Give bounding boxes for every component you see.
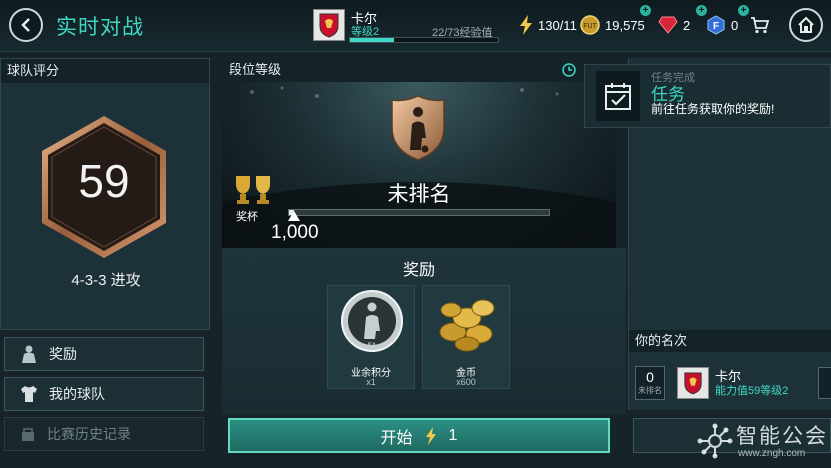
clock-icon <box>562 63 576 77</box>
task-icon-box <box>596 71 640 121</box>
coins-pile-icon <box>439 299 495 352</box>
task-notification[interactable]: 任务完成 任务 前往任务获取你的奖励! <box>584 64 831 128</box>
coins-value: 19,575 <box>605 17 645 33</box>
watermark: 智能公会 www.zngh.com <box>694 418 831 468</box>
coins-counter[interactable]: FUT 19,575 <box>580 14 645 36</box>
rewards-button-label: 奖励 <box>49 346 77 362</box>
lightning-icon <box>520 15 532 35</box>
reward-quantity: x600 <box>456 377 476 387</box>
energy-value: 130/11 <box>538 17 577 33</box>
ranking-panel: 你的名次 0 未排名 卡尔 能力值59等级2 <box>628 330 831 410</box>
back-arrow-icon <box>21 18 30 32</box>
top-bar: 实时对战 卡尔 等级2 22/73经验值 130/11 FUT 19,575 +… <box>0 0 831 52</box>
ranking-position-box: 0 未排名 <box>635 366 665 400</box>
rewards-title: 奖励 <box>402 262 435 279</box>
task-description: 前往任务获取你的奖励! <box>651 102 775 116</box>
reward-card-amateur-points[interactable]: EA 业余积分 x1 <box>327 285 415 389</box>
rewards-button[interactable]: 奖励 <box>4 337 204 371</box>
trophy-progress-bar <box>288 209 550 216</box>
team-rating-value: 59 <box>78 155 130 207</box>
ranking-club-badge <box>677 367 709 399</box>
points-value: 0 <box>731 17 739 33</box>
points-counter[interactable]: F 0 <box>706 14 738 36</box>
rank-status: 未排名 <box>387 183 451 206</box>
add-coins-button[interactable]: + <box>640 5 651 16</box>
home-button[interactable] <box>789 8 823 42</box>
back-button[interactable] <box>9 8 43 42</box>
calendar-check-icon <box>605 83 631 110</box>
division-header: 段位等级 <box>222 58 626 82</box>
circuit-logo-icon <box>697 423 733 459</box>
player-silhouette-icon <box>22 345 36 363</box>
add-points-button[interactable]: + <box>738 5 749 16</box>
home-icon <box>798 16 814 33</box>
start-button[interactable]: 开始 1 <box>228 418 610 453</box>
team-rating-title: 球队评分 <box>1 59 209 83</box>
gems-value: 2 <box>683 17 691 33</box>
rank-shield-icon <box>391 95 445 161</box>
svg-text:FUT: FUT <box>583 23 597 30</box>
ranking-position: 0 <box>646 369 654 385</box>
fifa-points-icon: F <box>707 15 725 35</box>
team-rating-panel: 球队评分 59 4-3-3 进攻 <box>0 58 210 330</box>
energy-counter[interactable]: 130/11 <box>519 14 577 36</box>
division-title: 段位等级 <box>229 62 282 77</box>
my-team-button-label: 我的球队 <box>49 386 105 402</box>
my-team-button[interactable]: 我的球队 <box>4 377 204 411</box>
history-icon <box>22 428 34 441</box>
trophy-label: 奖杯 <box>236 211 258 223</box>
amateur-points-icon: EA <box>341 290 403 352</box>
reward-card-coins[interactable]: 金币 x600 <box>422 285 510 389</box>
xp-progress-fill <box>350 38 395 42</box>
reward-quantity: x1 <box>366 377 376 387</box>
jersey-icon <box>21 386 37 402</box>
svg-text:EA: EA <box>368 343 377 349</box>
club-badge[interactable] <box>313 9 345 41</box>
match-history-button-label: 比赛历史记录 <box>47 426 131 442</box>
liverpool-crest-icon <box>319 13 339 38</box>
coin-icon: FUT <box>580 15 600 35</box>
ranking-next-button[interactable] <box>818 367 831 399</box>
svg-text:F: F <box>713 21 719 32</box>
match-history-button[interactable]: 比赛历史记录 <box>4 417 204 451</box>
ranking-position-label: 未排名 <box>638 386 662 395</box>
start-button-label: 开始 <box>380 429 413 447</box>
liverpool-crest-icon <box>684 372 702 395</box>
gems-counter[interactable]: 2 <box>658 14 690 36</box>
shop-cart-icon[interactable] <box>750 16 770 34</box>
ranking-title: 你的名次 <box>629 330 831 352</box>
watermark-text: 智能公会 <box>736 425 828 448</box>
watermark-url: www.zngh.com <box>738 448 806 459</box>
xp-progress-bar <box>349 37 499 43</box>
rating-hexagon: 59 <box>39 114 169 260</box>
page-title: 实时对战 <box>56 16 144 39</box>
start-cost: 1 <box>448 426 458 444</box>
trophy-count: 1,000 <box>271 222 319 243</box>
ranking-player-stats: 能力值59等级2 <box>715 385 789 397</box>
progress-marker-icon <box>288 211 300 221</box>
lightning-icon <box>425 426 436 445</box>
formation-label: 4-3-3 进攻 <box>71 272 141 289</box>
gem-icon <box>658 16 678 34</box>
